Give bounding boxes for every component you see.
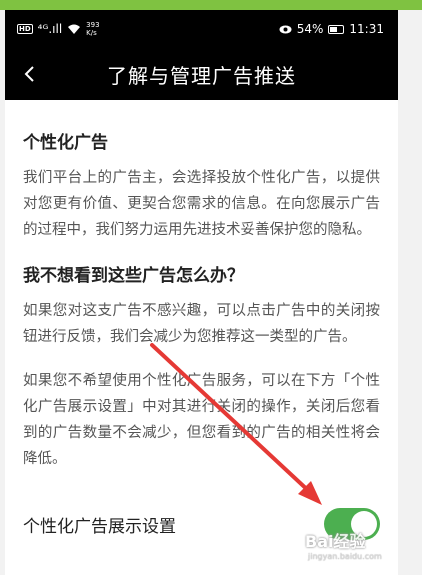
clock: 11:31 [349, 22, 384, 36]
battery-percent: 54% [296, 22, 324, 36]
section-title-personalized-ads: 个性化广告 [23, 133, 108, 153]
top-accent-strip [0, 0, 422, 10]
battery-icon [328, 24, 345, 34]
watermark-url: jingyan.baidu.com [308, 552, 382, 561]
paragraph-disable-personalized: 如果您不希望使用个性化广告服务，可以在下方「个性化广告展示设置」中对其进行关闭的… [23, 373, 380, 467]
section-title-dont-want-ads: 我不想看到这些广告怎么办？ [23, 266, 244, 286]
title-bar: 了解与管理广告推送 [5, 48, 398, 100]
content-area: 个性化广告 我们平台上的广告主，会选择投放个性化广告，以提供对您更有价值、更契合… [5, 128, 398, 472]
signal-icon: ⁴ᴳ.ıll [37, 22, 63, 36]
back-button[interactable] [23, 48, 53, 100]
network-speed: 393 K/s [86, 21, 99, 37]
chevron-left-icon [24, 66, 34, 82]
status-bar: HD ⁴ᴳ.ıll 393 K/s 54% 11:31 [5, 10, 398, 48]
eye-icon [279, 25, 292, 33]
status-right: 54% 11:31 [279, 22, 384, 36]
watermark-logo: Bai经验 [305, 532, 366, 551]
network-speed-value: 393 [86, 21, 100, 29]
network-speed-unit: K/s [86, 29, 97, 37]
paragraph-personalized-ads: 我们平台上的广告主，会选择投放个性化广告，以提供对您更有价值、更契合您需求的信息… [23, 170, 380, 238]
wifi-icon [68, 24, 81, 34]
phone-screen: HD ⁴ᴳ.ıll 393 K/s 54% 11:31 了解与管理广告推送 个性… [5, 10, 398, 575]
status-left: HD ⁴ᴳ.ıll 393 K/s [17, 21, 100, 37]
settings-label: 个性化广告展示设置 [23, 516, 176, 537]
hd-badge: HD [17, 24, 33, 34]
paragraph-close-feedback: 如果您对这支广告不感兴趣，可以点击广告中的关闭按钮进行反馈，我们会减少为您推荐这… [23, 303, 380, 345]
page-title: 了解与管理广告推送 [107, 63, 296, 88]
